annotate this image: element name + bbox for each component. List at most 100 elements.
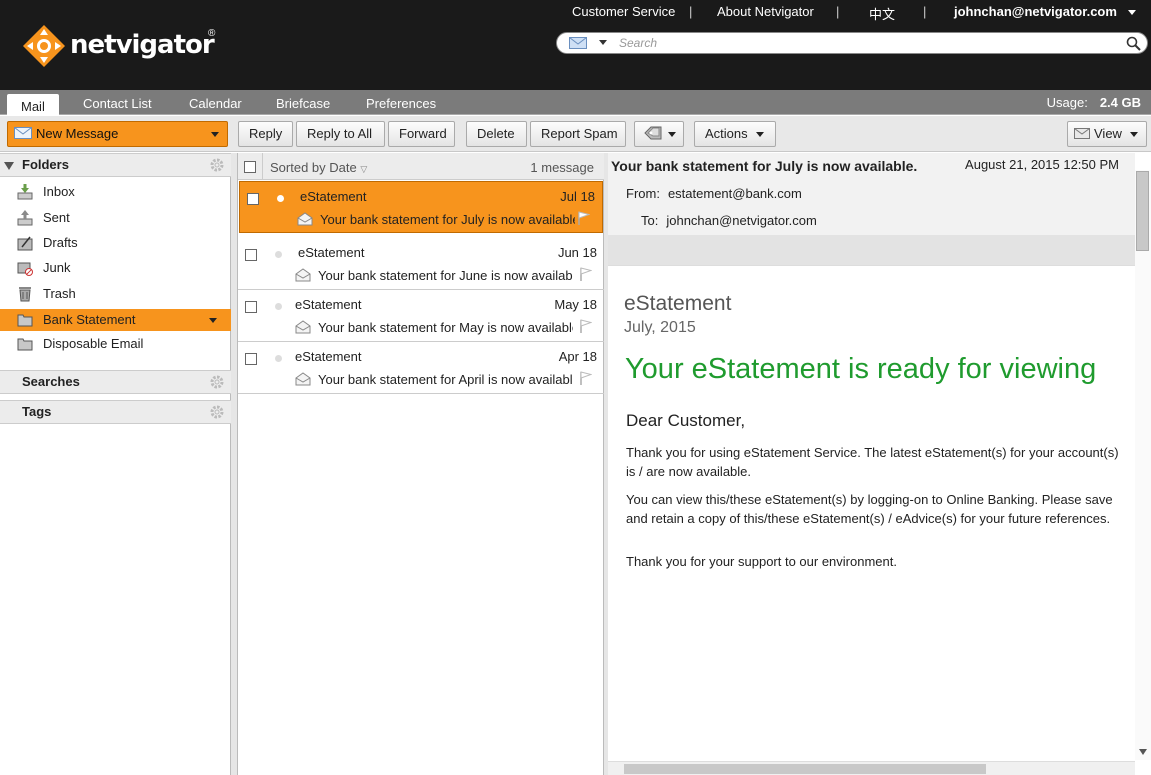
- storage-usage: Usage: 2.4 GB: [1047, 95, 1141, 110]
- horizontal-scrollbar[interactable]: [608, 761, 1135, 775]
- search-scope-chevron-icon[interactable]: [599, 40, 607, 45]
- message-checkbox[interactable]: [247, 193, 259, 205]
- folder-label: Trash: [43, 286, 76, 301]
- folder-label: Disposable Email: [43, 336, 144, 351]
- message-sender: eStatement: [298, 245, 365, 260]
- delete-button[interactable]: Delete: [466, 121, 527, 147]
- sent-icon: [17, 210, 33, 226]
- tag-button[interactable]: [634, 121, 684, 147]
- actions-label: Actions: [705, 126, 748, 141]
- vertical-scroll-thumb[interactable]: [1136, 171, 1149, 251]
- tag-icon: [644, 126, 662, 140]
- folder-label: Inbox: [43, 184, 75, 199]
- message-list: Sorted by Date ▽ 1 message eStatement Ju…: [238, 153, 604, 775]
- message-row[interactable]: eStatement May 18 Your bank statement fo…: [238, 290, 604, 342]
- unread-dot-icon[interactable]: [277, 195, 284, 202]
- select-all-checkbox[interactable]: [244, 161, 256, 173]
- new-message-label: New Message: [36, 126, 119, 141]
- tab-mail[interactable]: Mail: [7, 94, 59, 116]
- vertical-scrollbar[interactable]: [1135, 170, 1151, 760]
- link-separator: |: [923, 4, 927, 19]
- message-count: 1 message: [530, 160, 594, 175]
- link-customer-service[interactable]: Customer Service: [572, 4, 675, 19]
- from-label: From:: [626, 186, 660, 201]
- link-chinese[interactable]: 中文: [869, 4, 895, 23]
- search-icon[interactable]: [1126, 36, 1141, 51]
- folder-label: Bank Statement: [43, 312, 136, 327]
- tab-preferences[interactable]: Preferences: [366, 96, 436, 111]
- report-spam-button[interactable]: Report Spam: [530, 121, 626, 147]
- from-address[interactable]: estatement@bank.com: [668, 186, 802, 201]
- folder-disposable-email[interactable]: Disposable Email: [0, 333, 231, 355]
- view-menu-button[interactable]: View: [1067, 121, 1147, 147]
- netvigator-logo[interactable]: netvigator ®: [22, 24, 222, 68]
- new-mail-icon: [14, 127, 32, 139]
- tag-chevron-icon: [668, 132, 676, 138]
- actions-menu-button[interactable]: Actions: [694, 121, 776, 147]
- user-account-menu[interactable]: johnchan@netvigator.com: [954, 4, 1117, 19]
- message-title: Your bank statement for July is now avai…: [611, 158, 918, 174]
- folders-collapse-icon[interactable]: [4, 162, 14, 170]
- new-message-button[interactable]: New Message: [7, 121, 228, 147]
- flag-icon[interactable]: [580, 371, 592, 385]
- tab-contact-list[interactable]: Contact List: [83, 96, 152, 111]
- search-box[interactable]: [556, 32, 1148, 54]
- sort-by-date-control[interactable]: Sorted by Date ▽: [270, 160, 367, 175]
- message-row[interactable]: eStatement Jul 18 Your bank statement fo…: [239, 181, 603, 233]
- tags-header[interactable]: Tags: [0, 400, 231, 424]
- flag-icon[interactable]: [578, 211, 590, 225]
- tab-calendar[interactable]: Calendar: [189, 96, 242, 111]
- to-address[interactable]: johnchan@netvigator.com: [666, 213, 817, 228]
- message-checkbox[interactable]: [245, 301, 257, 313]
- top-links: Customer Service | About Netvigator | 中文…: [560, 4, 1150, 23]
- logo-mark-icon: [23, 25, 65, 67]
- folder-junk[interactable]: Junk: [0, 257, 231, 279]
- read-dot-icon[interactable]: [275, 303, 282, 310]
- scroll-down-icon[interactable]: [1139, 749, 1147, 755]
- message-row[interactable]: eStatement Jun 18 Your bank statement fo…: [238, 238, 604, 290]
- folders-header[interactable]: Folders: [0, 153, 231, 177]
- tags-title: Tags: [22, 404, 52, 419]
- reply-all-button[interactable]: Reply to All: [296, 121, 385, 147]
- message-checkbox[interactable]: [245, 353, 257, 365]
- to-label: To:: [641, 213, 659, 228]
- search-input[interactable]: [619, 35, 1119, 51]
- mail-search-scope-icon[interactable]: [569, 37, 587, 49]
- message-subject: Your bank statement for July is now avai…: [320, 212, 575, 227]
- message-subject: Your bank statement for May is now avail…: [318, 320, 573, 335]
- sidebar-resize-handle[interactable]: [231, 153, 238, 775]
- tags-gear-icon[interactable]: [209, 404, 225, 420]
- view-mail-icon: [1074, 128, 1090, 139]
- new-message-chevron-icon[interactable]: [211, 132, 219, 137]
- folders-gear-icon[interactable]: [209, 157, 225, 173]
- folder-inbox[interactable]: Inbox: [0, 181, 231, 203]
- tab-briefcase[interactable]: Briefcase: [276, 96, 330, 111]
- main-tab-bar: Mail Contact List Calendar Briefcase Pre…: [0, 90, 1151, 116]
- link-about-netvigator[interactable]: About Netvigator: [717, 4, 814, 19]
- horizontal-scroll-thumb[interactable]: [624, 764, 986, 774]
- read-dot-icon[interactable]: [275, 355, 282, 362]
- forward-button[interactable]: Forward: [388, 121, 455, 147]
- folder-sent[interactable]: Sent: [0, 207, 231, 229]
- open-envelope-icon: [295, 268, 311, 282]
- message-subject: Your bank statement for June is now avai…: [318, 268, 573, 283]
- message-row[interactable]: eStatement Apr 18 Your bank statement fo…: [238, 342, 604, 394]
- flag-icon[interactable]: [580, 319, 592, 333]
- folder-trash[interactable]: Trash: [0, 283, 231, 305]
- sort-arrow-icon: ▽: [360, 164, 368, 174]
- flag-icon[interactable]: [580, 267, 592, 281]
- folder-icon: [17, 338, 33, 351]
- body-greeting: Dear Customer,: [626, 411, 746, 430]
- message-checkbox[interactable]: [245, 249, 257, 261]
- folder-menu-chevron-icon[interactable]: [209, 318, 217, 323]
- searches-gear-icon[interactable]: [209, 374, 225, 390]
- read-dot-icon[interactable]: [275, 251, 282, 258]
- reply-button[interactable]: Reply: [238, 121, 293, 147]
- usage-value: 2.4 GB: [1099, 95, 1141, 110]
- user-menu-chevron-icon[interactable]: [1128, 10, 1136, 15]
- body-headline: Your eStatement is ready for viewing: [625, 353, 1097, 385]
- searches-header[interactable]: Searches: [0, 370, 231, 394]
- folder-bank-statement[interactable]: Bank Statement: [0, 309, 231, 331]
- folders-title: Folders: [22, 157, 69, 172]
- folder-drafts[interactable]: Drafts: [0, 232, 231, 254]
